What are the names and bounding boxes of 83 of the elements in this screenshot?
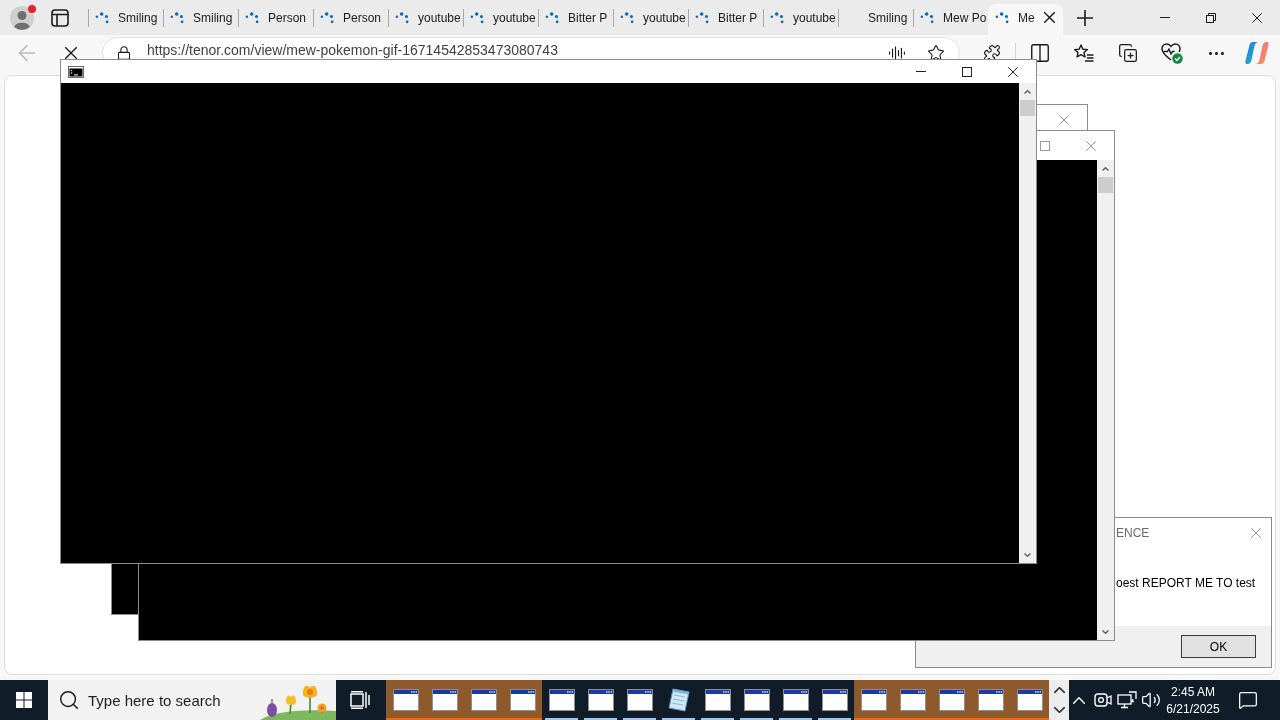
close-icon (1252, 12, 1262, 23)
scrollbar-thumb[interactable] (1098, 177, 1113, 193)
puzzle-icon (984, 45, 1000, 61)
more-icon (1208, 51, 1224, 55)
read-aloud-icon (889, 45, 905, 61)
app-window-icon (587, 689, 614, 711)
app-window-icon (743, 689, 770, 711)
close-tab-button[interactable] (1043, 9, 1055, 26)
tab-actions-icon (51, 8, 69, 27)
clock-date[interactable]: 6/21/2025 (1166, 701, 1220, 716)
close-icon (65, 47, 77, 59)
ribbon-logo-icon (1245, 41, 1269, 65)
browser-tab[interactable]: Bitter P (538, 4, 613, 35)
chevron-down-icon (1102, 629, 1109, 634)
maximize-icon (962, 66, 972, 77)
app-window-icon (470, 689, 497, 711)
app-window-icon (1016, 689, 1043, 711)
app-window-icon (977, 689, 1004, 711)
chevron-down-icon (1024, 552, 1031, 557)
taskbar-app-button[interactable] (1010, 680, 1049, 720)
taskbar-app-button[interactable] (854, 680, 893, 720)
windows-logo-icon (16, 692, 32, 708)
scrollbar-thumb[interactable] (1020, 100, 1035, 116)
browser-tab[interactable]: Bitter P (688, 4, 763, 35)
browser-tab[interactable]: youtube (763, 4, 838, 35)
chevron-up-icon (1024, 89, 1031, 94)
volume-icon (1142, 692, 1160, 708)
browser-tab[interactable]: Smiling (88, 4, 163, 35)
close-icon (1086, 140, 1096, 151)
app-window-icon (704, 689, 731, 711)
app-window-icon (548, 689, 575, 711)
browser-tab[interactable]: Person (238, 4, 313, 35)
minimize-icon (1160, 17, 1170, 18)
lock-icon (118, 46, 130, 60)
restore-icon (1206, 12, 1216, 23)
star-icon (928, 45, 944, 61)
app-window-icon (626, 689, 653, 711)
app-window-icon (509, 689, 536, 711)
close-icon (1251, 528, 1261, 538)
maximize-icon (1040, 140, 1050, 151)
camera-icon (1094, 691, 1112, 709)
app-window-icon (899, 689, 926, 711)
browser-tab[interactable]: Smiling (163, 4, 238, 35)
task-view-icon (350, 691, 370, 709)
minimize-icon (916, 71, 926, 72)
favorites-icon (1074, 44, 1094, 62)
app-window-icon (821, 689, 848, 711)
chevron-up-icon (1053, 687, 1065, 693)
taskbar-app-button[interactable] (386, 680, 425, 720)
app-window-icon (431, 689, 458, 711)
browser-tab[interactable]: youtube (613, 4, 688, 35)
chevron-down-icon (1053, 707, 1065, 713)
app-window-icon (860, 689, 887, 711)
network-icon (1117, 691, 1137, 709)
split-screen-icon (1031, 44, 1049, 62)
heart-pulse-icon (1161, 42, 1183, 64)
browser-tab[interactable]: Person (313, 4, 388, 35)
taskbar-app-button[interactable] (503, 680, 542, 720)
browser-tab[interactable]: Smiling (838, 4, 913, 35)
ok-button[interactable]: OK (1181, 635, 1256, 658)
avatar-icon (10, 5, 34, 30)
collections-icon (1119, 44, 1137, 62)
search-icon (60, 691, 78, 709)
chevron-up-icon (1102, 166, 1109, 171)
notification-icon (1239, 691, 1257, 709)
close-icon (1008, 66, 1018, 77)
notepad-icon (666, 688, 691, 712)
browser-tab[interactable]: youtube (388, 4, 463, 35)
console-icon (68, 65, 84, 78)
app-window-icon (782, 689, 809, 711)
plus-icon (1077, 9, 1093, 26)
close-icon (1059, 114, 1069, 125)
clock-time[interactable]: 2:45 AM (1171, 684, 1215, 699)
browser-tab[interactable]: Mew Po (913, 4, 988, 35)
app-window-icon (938, 689, 965, 711)
dialog-title: ENCE (1116, 526, 1150, 540)
browser-tab[interactable]: Me (988, 4, 1063, 35)
app-window-icon (392, 689, 419, 711)
search-field[interactable]: Type here to search (48, 680, 336, 720)
browser-tab[interactable]: youtube (463, 4, 538, 35)
chevron-up-icon (1073, 696, 1085, 704)
close-icon (1043, 12, 1055, 23)
dialog-message: oest REPORT ME TO test (1116, 576, 1256, 590)
